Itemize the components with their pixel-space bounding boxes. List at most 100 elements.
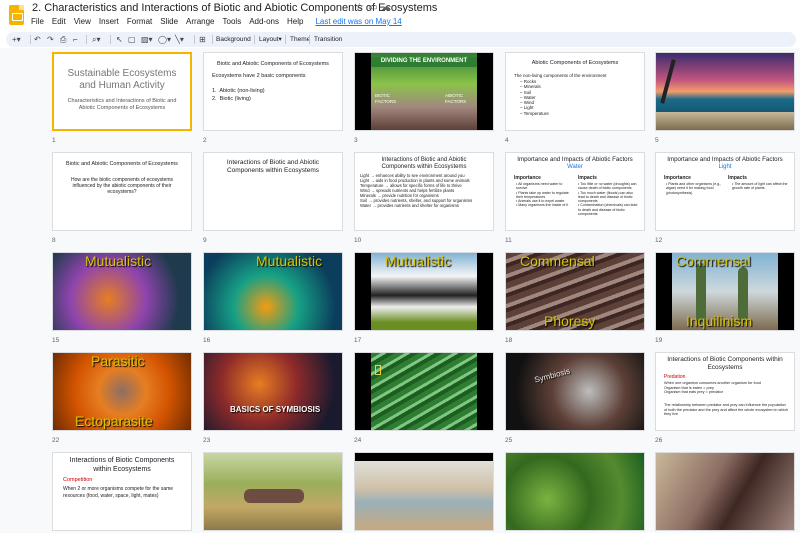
slide-thumbnail-19[interactable]: Commensal Inquilinism [655,252,795,331]
slides-logo-icon[interactable] [9,5,24,25]
menu-slide[interactable]: Slide [160,17,178,26]
slide-thumbnail-26[interactable]: Interactions of Biotic Components within… [655,352,795,431]
slide-thumbnail-15[interactable]: Mutualistic [52,252,192,331]
print-icon[interactable]: ⎙ [60,33,66,46]
slide-body: The relationship between predator and pr… [664,403,789,417]
slide-thumbnail-10[interactable]: Interactions of Biotic and Abiotic Compo… [354,152,494,231]
slide-grid: Sustainable Ecosystems and Human Activit… [0,48,800,533]
slide-list: • All organisms need water to survive • … [516,182,569,208]
slide-thumbnail-31[interactable] [655,452,795,531]
slide-thumbnail-9[interactable]: Interactions of Biotic and Abiotic Compo… [203,152,343,231]
slide-title: Interactions of Biotic and Abiotic Compo… [381,157,467,170]
slide-thumbnail-18[interactable]: Commensal Phoresy [505,252,645,331]
select-icon[interactable]: ↖ [116,33,123,46]
slide-number: 16 [203,337,211,344]
slide-thumbnail-22[interactable]: Parasitic Ectoparasite [52,352,192,431]
slide-overlay-text: Mutualistic [256,253,323,269]
slide-body: Light → enhances ability to see environm… [360,173,473,208]
line-icon[interactable]: ╲▾ [175,33,184,46]
slide-thumbnail-11[interactable]: Importance and Impacts of Abiotic Factor… [505,152,645,231]
redo-icon[interactable]: ↷ [47,33,54,46]
slide-thumbnail-4[interactable]: Abiotic Components of Ecosystems The non… [505,52,645,131]
slide-image [371,353,477,430]
slide-thumbnail-30[interactable] [505,452,645,531]
slide-number: 12 [655,237,663,244]
menu-file[interactable]: File [31,17,44,26]
slide-thumbnail-24[interactable] [354,352,494,431]
slide-number: 2 [203,137,207,144]
slide-title: Interactions of Biotic Components within… [667,356,783,371]
menu-insert[interactable]: Insert [99,17,119,26]
slide-thumbnail-12[interactable]: Importance and Impacts of Abiotic Factor… [655,152,795,231]
cloud-status-icon[interactable]: ☁ [381,2,391,13]
menu-arrange[interactable]: Arrange [186,17,214,26]
textbox-icon[interactable]: ▢ [128,33,136,46]
menu-format[interactable]: Format [127,17,152,26]
slide-thumbnail-25[interactable]: Symbiosis [505,352,645,431]
slide-body: Ecosystems have 2 basic components [212,73,306,79]
slide-title: Abiotic Components of Ecosystems [531,60,619,66]
slide-overlay-text: Inquilinism [686,313,753,329]
background-button[interactable]: Background [216,33,251,46]
menu-help[interactable]: Help [287,17,303,26]
slide-body: When one organism consumes another organ… [664,381,761,395]
folder-icon[interactable]: ▭ [368,2,377,13]
slide-thumbnail-27[interactable]: Interactions of Biotic Components within… [52,452,192,531]
theme-button[interactable]: Theme [290,33,310,46]
slide-title: Sustainable Ecosystems and Human Activit… [67,68,177,91]
slide-number: 24 [354,437,362,444]
new-slide-button[interactable]: +▾ [12,33,21,46]
slide-number: 18 [505,337,513,344]
undo-icon[interactable]: ↶ [34,33,41,46]
menu-tools[interactable]: Tools [223,17,242,26]
slide-overlay-text: Mutualistic [85,253,152,269]
star-icon[interactable]: ☆ [355,2,364,13]
slide-title: Importance and Impacts of Abiotic Factor… [667,156,783,163]
shape-icon[interactable]: ◯▾ [158,33,171,46]
slide-number: 10 [354,237,362,244]
slide-thumbnail-29[interactable] [354,452,494,531]
slide-number: 22 [52,437,60,444]
slide-image [355,461,493,530]
slide-thumbnail-23[interactable]: BASICS OF SYMBIOSIS [203,352,343,431]
slide-thumbnail-3[interactable]: DIVIDING THE ENVIRONMENT BIOTIC FACTORS … [354,52,494,131]
slide-body: When 2 or more organisms compete for the… [63,486,174,499]
menu-bar: File Edit View Insert Format Slide Arran… [31,17,410,26]
slide-thumbnail-17[interactable]: Mutualistic [354,252,494,331]
slide-thumbnail-1[interactable]: Sustainable Ecosystems and Human Activit… [52,52,192,131]
comment-icon[interactable]: ⊞ [199,33,206,46]
slide-subtitle: Light [718,164,732,170]
slide-number: 9 [203,237,207,244]
slide-number: 25 [505,437,513,444]
slide-thumbnail-2[interactable]: Biotic and Abiotic Components of Ecosyst… [203,52,343,131]
slide-body: How are the biotic components of ecosyst… [71,177,173,195]
menu-edit[interactable]: Edit [52,17,66,26]
app-header: 2. Characteristics and Interactions of B… [0,0,800,30]
slide-title: Biotic and Abiotic Components of Ecosyst… [217,61,329,67]
slide-subtitle: Predation [664,374,686,380]
slide-number: 17 [354,337,362,344]
transition-button[interactable]: Transition [314,33,342,46]
layout-button[interactable]: Layout▾ [259,33,282,46]
slide-title: DIVIDING THE ENVIRONMENT [380,58,468,64]
slide-subtitle: Water [567,164,583,170]
slide-list: 1. Abiotic (non-living) 2. Biotic (livin… [212,88,265,102]
slide-subtitle: Characteristics and Interactions of Biot… [67,98,177,111]
slide-list: – Rocks – Minerals – Soil – Water – Wind… [520,79,549,116]
slide-list: • Too little or no water (droughts) can … [578,182,638,217]
slide-thumbnail-28[interactable] [203,452,343,531]
slide-overlay-text: Ectoparasite [75,413,153,429]
slide-thumbnail-16[interactable]: Mutualistic [203,252,343,331]
slide-number: 23 [203,437,211,444]
slide-list: • The amount of light can affect the gro… [732,182,788,191]
last-edit-link[interactable]: Last edit was on May 14 [315,17,401,26]
slide-overlay-text: Commensal [676,253,751,269]
menu-view[interactable]: View [74,17,91,26]
zoom-icon[interactable]: ⌕▾ [92,33,101,46]
menu-addons[interactable]: Add-ons [249,17,279,26]
slide-column-heading: Impacts [578,175,597,181]
paint-format-icon[interactable]: ⌐ [73,33,78,46]
slide-thumbnail-8[interactable]: Biotic and Abiotic Components of Ecosyst… [52,152,192,231]
slide-thumbnail-5[interactable] [655,52,795,131]
image-icon[interactable]: ▨▾ [141,33,153,46]
